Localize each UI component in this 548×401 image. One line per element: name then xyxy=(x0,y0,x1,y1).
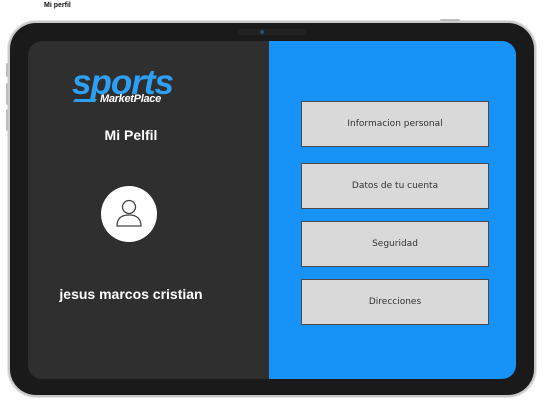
power-button xyxy=(440,19,460,21)
personal-info-button[interactable]: Informacion personal xyxy=(301,101,489,147)
brand-logo-sub: MarketPlace xyxy=(100,93,161,105)
volume-up-button xyxy=(6,83,8,105)
avatar[interactable] xyxy=(101,186,157,242)
tablet-device: sports MarketPlace Mi Pelfil jesus marco… xyxy=(6,19,534,395)
security-button[interactable]: Seguridad xyxy=(301,221,489,267)
addresses-button[interactable]: Direcciones xyxy=(301,279,489,325)
frame-label: Mi perfil xyxy=(44,2,71,9)
camera-bar xyxy=(238,29,306,35)
brand-logo: sports MarketPlace xyxy=(72,65,192,109)
screen: sports MarketPlace Mi Pelfil jesus marco… xyxy=(28,41,516,379)
account-data-button[interactable]: Datos de tu cuenta xyxy=(301,163,489,209)
menu-panel: Informacion personal Datos de tu cuenta … xyxy=(269,41,516,379)
camera-icon xyxy=(260,30,264,34)
user-name: jesus marcos cristian xyxy=(59,286,203,302)
page-title: Mi Pelfil xyxy=(104,127,158,143)
profile-panel: sports MarketPlace Mi Pelfil jesus marco… xyxy=(28,41,269,379)
user-icon xyxy=(116,199,142,227)
side-button xyxy=(6,63,8,77)
volume-down-button xyxy=(6,109,8,131)
brand-swoosh xyxy=(73,99,97,102)
